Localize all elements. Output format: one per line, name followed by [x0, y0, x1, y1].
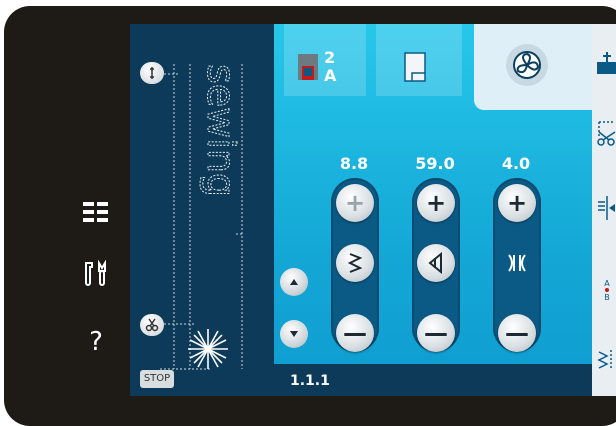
tension-button[interactable]	[498, 244, 536, 282]
presser-foot-label: A	[324, 66, 337, 85]
menu-button[interactable]	[74, 192, 118, 232]
stitch-preview-panel: sewing STOP	[130, 24, 274, 396]
needle-threader-button[interactable]	[140, 62, 164, 84]
stitch-length-value: 59.0	[415, 154, 455, 173]
frame: ? sewing STOP 2 A 8.8 59.0 4.0 + — + — +…	[0, 0, 616, 426]
arrow-up-icon	[290, 279, 298, 285]
stitch-plate-icon	[404, 52, 426, 82]
fan-stitch-icon	[513, 51, 541, 79]
width-decrease-button[interactable]: —	[336, 314, 374, 352]
touch-screen: sewing STOP 2 A 8.8 59.0 4.0 + — + — + —…	[130, 24, 616, 396]
device-bezel: ? sewing STOP 2 A 8.8 59.0 4.0 + — + — +…	[4, 6, 616, 426]
needle-count-label: 2	[324, 48, 336, 67]
scroll-up-button[interactable]	[280, 268, 308, 296]
scroll-down-button[interactable]	[280, 320, 308, 348]
sewout-text: sewing	[199, 64, 243, 197]
fan-stitch-button[interactable]	[506, 44, 548, 86]
tension-value: 4.0	[501, 154, 531, 173]
top-bar: 2 A	[274, 24, 592, 110]
zigzag-icon	[347, 253, 363, 273]
stitch-program-icon[interactable]	[595, 346, 616, 374]
needle-presser-tab[interactable]: 2 A	[284, 24, 366, 96]
tension-icon	[508, 254, 526, 272]
menu-icon	[83, 202, 108, 222]
tie-off-icon[interactable]	[595, 50, 616, 78]
length-decrease-button[interactable]: —	[417, 314, 455, 352]
star-stitch-mark	[188, 329, 228, 369]
stitch-length-button[interactable]	[417, 244, 455, 282]
help-button[interactable]: ?	[74, 322, 118, 362]
presser-foot-icon	[298, 54, 318, 80]
help-icon: ?	[89, 327, 103, 357]
fan-stitch-tab[interactable]	[474, 24, 592, 110]
arrow-down-icon	[290, 331, 298, 337]
abc-icon[interactable]: A B	[595, 274, 616, 302]
zigzag-width-button[interactable]	[336, 244, 374, 282]
scissors-button[interactable]	[140, 314, 164, 336]
width-increase-button[interactable]: +	[336, 184, 374, 222]
stitch-width-value: 8.8	[339, 154, 369, 173]
stitch-plate-tab[interactable]	[376, 24, 462, 96]
right-toolbar: A B	[592, 24, 616, 396]
svg-text:A: A	[604, 279, 610, 288]
stitch-number: 1.1.1	[290, 373, 330, 389]
tension-decrease-button[interactable]: —	[498, 314, 536, 352]
tools-icon	[85, 260, 106, 286]
svg-text:B: B	[604, 293, 610, 302]
needle-threader-icon	[150, 67, 154, 79]
settings-tools-button[interactable]	[74, 254, 118, 294]
tension-increase-button[interactable]: +	[498, 184, 536, 222]
mirror-icon[interactable]	[595, 194, 616, 222]
length-icon	[428, 252, 442, 274]
scissors-icon	[145, 318, 159, 332]
cut-thread-icon[interactable]	[595, 120, 616, 148]
stop-icon[interactable]: STOP	[140, 370, 174, 388]
length-increase-button[interactable]: +	[417, 184, 455, 222]
